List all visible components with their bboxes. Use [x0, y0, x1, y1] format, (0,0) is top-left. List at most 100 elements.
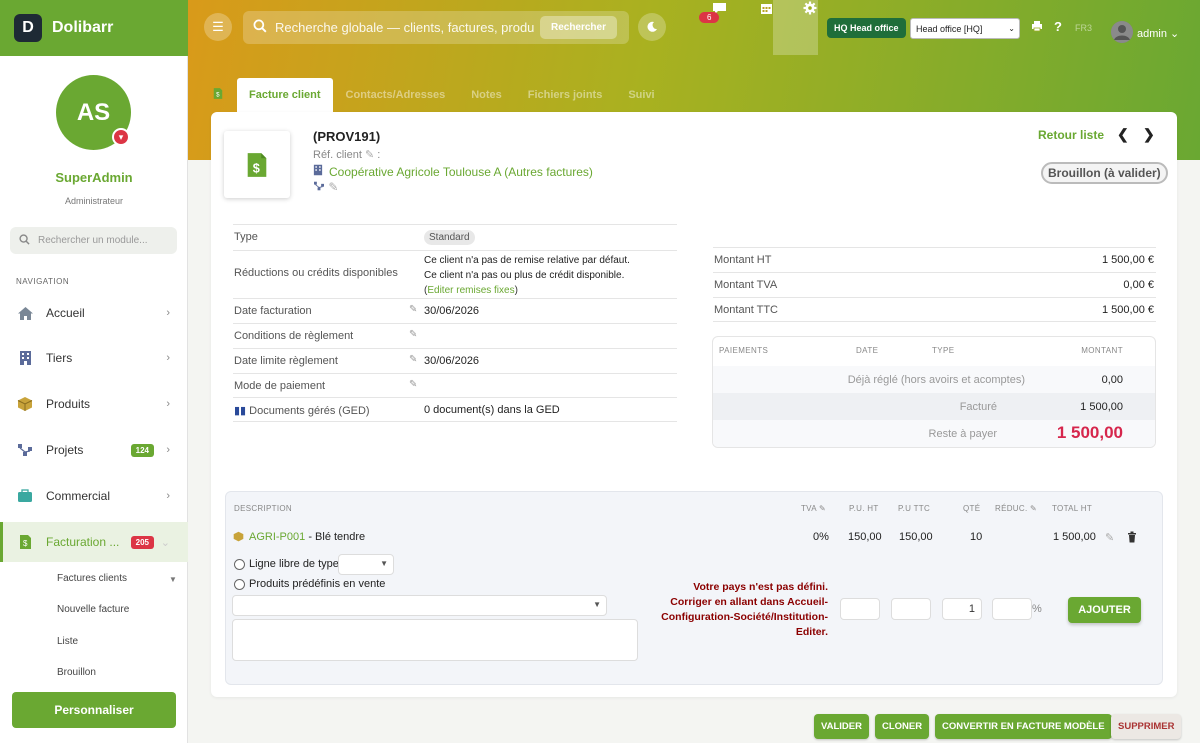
line-total: 1 500,00	[1053, 531, 1096, 543]
info-row-due-date: Date limite règlement ✎ 30/06/2026	[233, 348, 677, 373]
credit-note: Ce client n'a pas ou plus de crédit disp…	[424, 270, 625, 281]
column-header: DESCRIPTION	[234, 504, 292, 513]
column-header: P.U TTC	[898, 504, 931, 513]
subnav-brouillon[interactable]: Brouillon	[57, 667, 96, 678]
amount-label: Montant TTC	[714, 303, 778, 316]
sidebar-item-facturation[interactable]: $ Facturation ... 205 ⌄	[0, 522, 188, 562]
free-line-radio[interactable]	[234, 559, 245, 570]
validate-button[interactable]: VALIDER	[814, 714, 869, 739]
user-menu[interactable]: admin ⌄	[1137, 27, 1179, 40]
trash-icon[interactable]	[1127, 531, 1137, 546]
convert-to-template-button[interactable]: CONVERTIR EN FACTURE MODÈLE	[935, 714, 1112, 739]
personalize-button[interactable]: Personnaliser	[12, 692, 176, 728]
caret-down-icon[interactable]: ▼	[169, 575, 177, 584]
pencil-icon[interactable]: ✎	[1105, 531, 1114, 544]
tab-bar: Facture client Contacts/Adresses Notes F…	[237, 78, 668, 112]
amount-row: Montant TTC 1 500,00 €	[713, 297, 1156, 322]
amount-row: Montant HT 1 500,00 €	[713, 247, 1156, 272]
chevron-left-icon[interactable]: ❮	[1117, 126, 1129, 143]
clone-button[interactable]: CLONER	[875, 714, 930, 739]
info-label: Type	[234, 231, 258, 243]
user-avatar-small[interactable]	[1111, 21, 1133, 43]
country-warning: Votre pays n'est pas défini. Corriger en…	[650, 580, 828, 640]
status-badge: Brouillon (à valider)	[1041, 162, 1168, 184]
add-line-button[interactable]: AJOUTER	[1068, 597, 1141, 623]
menu-toggle-icon[interactable]: ☰	[204, 13, 232, 41]
warning-line: Votre pays n'est pas défini.	[693, 581, 828, 593]
sidebar-item-label: Accueil	[46, 306, 85, 320]
gear-icon[interactable]	[803, 1, 817, 18]
tab-suivi[interactable]: Suivi	[615, 78, 667, 112]
product-ref-link[interactable]: AGRI-P001	[249, 531, 305, 543]
moon-icon[interactable]	[638, 13, 666, 41]
column-header: QTÉ	[963, 504, 981, 513]
pencil-icon[interactable]: ✎	[328, 180, 338, 194]
chevron-right-icon: ›	[166, 444, 170, 456]
line-type-select[interactable]: ▼	[338, 554, 394, 575]
info-row-conditions: Conditions de règlement ✎	[233, 323, 677, 348]
pencil-icon[interactable]: ✎	[409, 304, 417, 315]
sidebar-item-label: Produits	[46, 397, 91, 411]
tab-fichiers-joints[interactable]: Fichiers joints	[515, 78, 616, 112]
invoice-ref: (PROV191)	[313, 129, 381, 144]
chevron-down-icon[interactable]: ▾	[112, 128, 130, 146]
pencil-icon[interactable]: ✎	[409, 329, 417, 340]
payments-table: PAIEMENTS DATE TYPE MONTANT Déjà réglé (…	[712, 336, 1156, 448]
pencil-icon[interactable]: ✎	[365, 149, 374, 161]
sidebar-item-commercial[interactable]: Commercial ›	[0, 476, 188, 516]
info-label: Réductions ou crédits disponibles	[234, 267, 398, 279]
entity-select-value: Head office [HQ]	[916, 23, 983, 34]
new-pu-ht-input[interactable]	[840, 598, 880, 620]
tab-facture-client[interactable]: Facture client	[237, 78, 333, 112]
sidebar-item-tiers[interactable]: Tiers ›	[0, 338, 188, 378]
payment-value: 0,00	[1101, 374, 1123, 386]
payment-label: Déjà réglé (hors avoirs et acomptes)	[847, 374, 1025, 386]
amount-row: Montant TVA 0,00 €	[713, 272, 1156, 297]
new-qty-input[interactable]: 1	[942, 598, 982, 620]
line-description-textarea[interactable]	[232, 619, 638, 661]
new-pu-ttc-input[interactable]	[891, 598, 931, 620]
sidebar-item-accueil[interactable]: Accueil ›	[0, 293, 188, 333]
tab-contacts[interactable]: Contacts/Adresses	[333, 78, 459, 112]
new-discount-input[interactable]	[992, 598, 1032, 620]
brand[interactable]: D Dolibarr	[0, 0, 188, 56]
payment-label: Reste à payer	[928, 428, 997, 440]
edit-discounts-link[interactable]: Editer remises fixes	[427, 285, 514, 296]
help-icon[interactable]: ?	[1054, 19, 1062, 34]
sidebar-item-produits[interactable]: Produits ›	[0, 384, 188, 424]
tab-notes[interactable]: Notes	[458, 78, 515, 112]
subnav-factures-clients[interactable]: Factures clients	[57, 573, 127, 584]
info-label: Documents gérés (GED)	[249, 405, 370, 417]
delete-button[interactable]: SUPPRIMER	[1111, 714, 1182, 739]
chevron-down-icon: ⌄	[160, 536, 170, 549]
info-label: Mode de paiement	[234, 380, 326, 392]
warning-line: Corriger en allant dans Accueil-	[670, 596, 828, 608]
home-icon	[16, 304, 34, 322]
search-icon	[253, 19, 267, 36]
back-to-list-link[interactable]: Retour liste	[1038, 128, 1104, 142]
pencil-icon[interactable]: ✎	[409, 379, 417, 390]
subnav-liste[interactable]: Liste	[57, 636, 78, 647]
module-search-input[interactable]: Rechercher un module...	[10, 227, 177, 254]
pencil-icon[interactable]: ✎	[409, 354, 417, 365]
notification-badge: 6	[699, 12, 720, 23]
product-select[interactable]: ▼	[232, 595, 607, 616]
chevron-right-icon: ›	[166, 398, 170, 410]
calendar-icon[interactable]	[760, 2, 773, 18]
print-icon[interactable]	[1031, 20, 1043, 35]
search-button[interactable]: Rechercher	[539, 16, 617, 39]
pencil-icon[interactable]: ✎	[1030, 504, 1037, 513]
ged-link[interactable]: 0 document(s) dans la GED	[424, 404, 560, 416]
predefined-product-radio[interactable]	[234, 579, 245, 590]
percent-sign: %	[1032, 603, 1042, 615]
global-search-input[interactable]	[275, 20, 535, 35]
pencil-icon[interactable]: ✎	[819, 504, 826, 513]
amount-value: 1 500,00 €	[1102, 303, 1154, 316]
payment-row: Déjà réglé (hors avoirs et acomptes) 0,00	[713, 366, 1155, 393]
sidebar-item-projets[interactable]: Projets 124 ›	[0, 430, 188, 470]
subnav-nouvelle-facture[interactable]: Nouvelle facture	[57, 604, 129, 615]
info-row-payment-mode: Mode de paiement ✎	[233, 373, 677, 397]
chevron-right-icon[interactable]: ❯	[1143, 126, 1155, 143]
entity-select[interactable]: Head office [HQ] ⌄	[910, 18, 1020, 39]
customer-link[interactable]: Coopérative Agricole Toulouse A (Autres …	[313, 164, 593, 179]
